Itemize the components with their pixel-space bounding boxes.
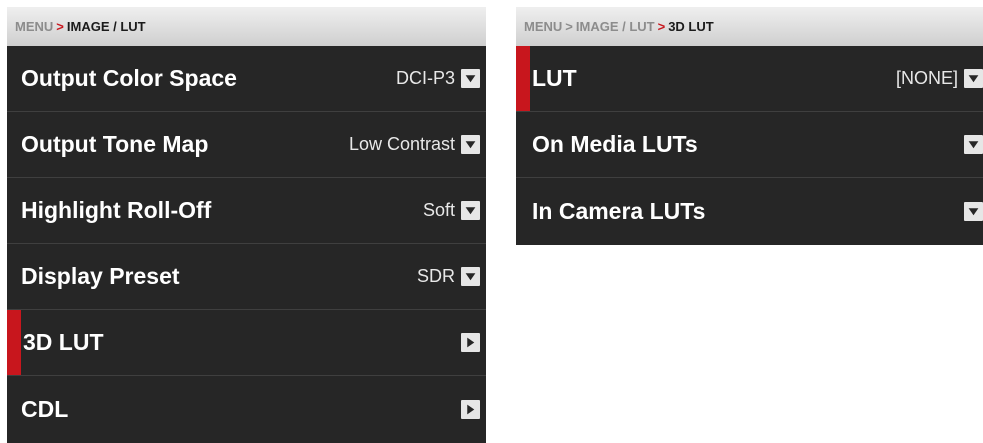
chevron-down-icon[interactable] <box>461 201 480 220</box>
breadcrumb-root[interactable]: MENU <box>524 19 562 34</box>
breadcrumb: MENU > IMAGE / LUT > 3D LUT <box>516 7 983 46</box>
chevron-down-icon[interactable] <box>461 135 480 154</box>
menu-item-value: SDR <box>416 266 455 286</box>
menu-item-label: In Camera LUTs <box>532 197 706 224</box>
selection-indicator <box>7 310 21 375</box>
menu-item-label: Highlight Roll-Off <box>21 197 212 223</box>
menu-item-label: 3D LUT <box>23 329 104 355</box>
breadcrumb-current: 3D LUT <box>668 19 714 34</box>
breadcrumb-separator: > <box>657 19 666 34</box>
menu-item-cdl[interactable]: CDL <box>7 376 486 442</box>
menu-item-3d-lut[interactable]: 3D LUT <box>7 310 486 376</box>
chevron-down-icon[interactable] <box>964 69 983 88</box>
menu-item-lut[interactable]: LUT [NONE] <box>516 46 983 112</box>
breadcrumb-middle[interactable]: IMAGE / LUT <box>576 19 655 34</box>
breadcrumb-separator: > <box>56 19 64 34</box>
menu-item-value: Low Contrast <box>348 134 455 154</box>
menu-item-on-media-luts[interactable]: On Media LUTs <box>516 112 983 178</box>
menu-item-in-camera-luts[interactable]: In Camera LUTs <box>516 178 983 244</box>
chevron-down-icon[interactable] <box>461 267 480 286</box>
breadcrumb: MENU > IMAGE / LUT <box>7 7 486 46</box>
menu-item-value: Soft <box>422 200 455 220</box>
menu-item-highlight-roll-off[interactable]: Highlight Roll-Off Soft <box>7 178 486 244</box>
menu-item-label: On Media LUTs <box>532 131 698 157</box>
chevron-right-icon[interactable] <box>461 333 480 352</box>
breadcrumb-current: IMAGE / LUT <box>66 19 146 34</box>
breadcrumb-root[interactable]: MENU <box>15 19 53 34</box>
breadcrumb-separator: > <box>565 19 573 34</box>
chevron-down-icon[interactable] <box>964 135 983 154</box>
menu-item-output-color-space[interactable]: Output Color Space DCI-P3 <box>7 46 486 112</box>
menu-item-label: Output Tone Map <box>21 131 209 157</box>
chevron-down-icon[interactable] <box>964 201 983 221</box>
menu-item-label: Output Color Space <box>21 65 237 91</box>
menu-item-label: Display Preset <box>21 263 180 289</box>
menu-item-display-preset[interactable]: Display Preset SDR <box>7 244 486 310</box>
3d-lut-menu-panel: MENU > IMAGE / LUT > 3D LUT LUT [NONE] O… <box>516 7 983 245</box>
chevron-right-icon[interactable] <box>461 399 480 419</box>
menu-item-value: [NONE] <box>895 68 958 88</box>
image-lut-menu-panel: MENU > IMAGE / LUT Output Color Space DC… <box>7 7 486 443</box>
menu-item-label: CDL <box>21 395 69 422</box>
chevron-down-icon[interactable] <box>461 69 480 88</box>
selection-indicator <box>516 46 530 111</box>
menu-item-value: DCI-P3 <box>395 68 455 88</box>
menu-item-label: LUT <box>532 65 577 91</box>
menu-item-output-tone-map[interactable]: Output Tone Map Low Contrast <box>7 112 486 178</box>
